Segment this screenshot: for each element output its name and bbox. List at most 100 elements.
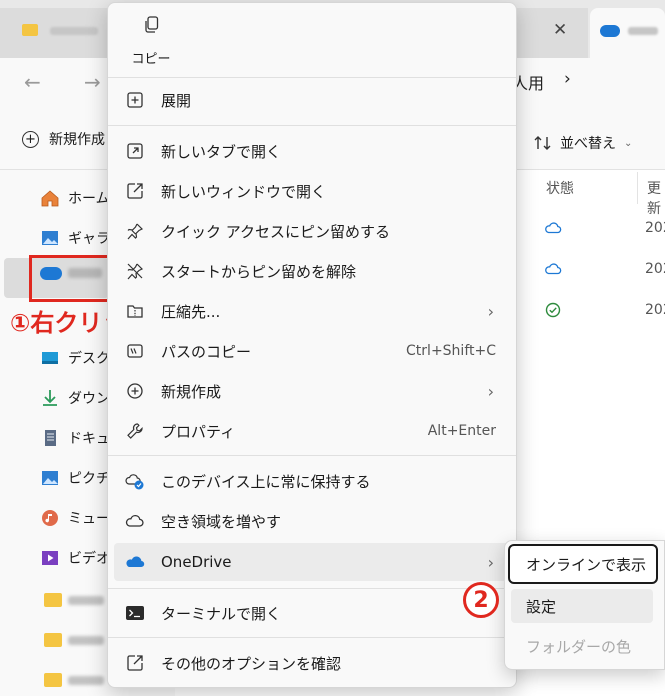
menu-item-properties[interactable]: プロパティ Alt+Enter <box>108 412 516 450</box>
pin-icon <box>125 221 145 241</box>
plus-icon: + <box>22 130 39 148</box>
menu-item-unpin-start[interactable]: スタートからピン留めを解除 <box>108 252 516 290</box>
menu-item-label: 新規作成 <box>161 382 222 401</box>
menu-item-onedrive[interactable]: OneDrive › <box>114 543 510 581</box>
synced-check-icon <box>545 302 561 318</box>
date-cell: 202 <box>645 302 665 318</box>
nav-item-home[interactable]: ホーム <box>40 188 110 208</box>
menu-separator <box>108 77 516 78</box>
expand-icon <box>125 90 145 110</box>
open-new-window-icon <box>125 181 145 201</box>
zip-icon <box>125 301 145 321</box>
home-icon <box>41 190 59 207</box>
menu-item-label: 空き領域を増やす <box>161 512 282 531</box>
submenu-item-label: オンラインで表示 <box>526 555 647 574</box>
new-button-label: 新規作成 <box>49 132 105 148</box>
sort-button-label: 並べ替え <box>560 136 616 152</box>
terminal-icon <box>125 603 145 623</box>
nav-item-videos[interactable]: ビデオ <box>40 548 110 568</box>
menu-separator <box>108 455 516 456</box>
breadcrumb-chevron-icon[interactable]: › <box>564 69 571 89</box>
chevron-right-icon: › <box>487 552 494 572</box>
menu-item-label: その他のオプションを確認 <box>161 654 342 673</box>
menu-item-expand[interactable]: 展開 <box>108 81 516 119</box>
tab-onedrive[interactable] <box>590 8 665 58</box>
chevron-right-icon: › <box>487 381 494 401</box>
more-options-icon <box>125 653 145 673</box>
annotation-step2-number: 2 <box>473 587 489 613</box>
copy-button-label: コピー <box>131 52 171 67</box>
blurred-tab-title <box>628 27 658 35</box>
menu-item-more-options[interactable]: その他のオプションを確認 <box>108 644 516 682</box>
wrench-icon <box>125 421 145 441</box>
back-icon[interactable]: ← <box>24 70 41 94</box>
menu-item-label: クイック アクセスにピン留めする <box>161 222 391 241</box>
music-icon <box>42 510 58 526</box>
download-icon <box>43 390 57 406</box>
column-header-modified[interactable]: 更新 <box>647 178 665 218</box>
menu-item-open-terminal[interactable]: ターミナルで開く <box>108 594 516 632</box>
folder-icon <box>22 24 38 36</box>
menu-item-label: 展開 <box>161 91 192 110</box>
blurred-folder-name <box>68 596 104 605</box>
menu-item-new[interactable]: 新規作成 › <box>108 372 516 410</box>
cloud-free-icon <box>125 511 145 531</box>
unpin-icon <box>125 261 145 281</box>
menu-item-compress-to[interactable]: 圧縮先... › <box>108 292 516 330</box>
pictures-icon <box>42 471 58 485</box>
date-cell: 202 <box>645 261 665 277</box>
menu-item-copy-path[interactable]: パスのコピー Ctrl+Shift+C <box>108 332 516 370</box>
folder-icon[interactable] <box>44 633 62 647</box>
menu-separator <box>108 125 516 126</box>
menu-item-pin-quick-access[interactable]: クイック アクセスにピン留めする <box>108 212 516 250</box>
tab-folder[interactable] <box>0 8 110 58</box>
menu-item-free-space[interactable]: 空き領域を増やす <box>108 502 516 540</box>
annotation-highlight-box <box>29 255 112 302</box>
keyboard-shortcut: Ctrl+Shift+C <box>406 343 496 359</box>
chevron-right-icon: › <box>487 301 494 321</box>
new-button[interactable]: + 新規作成 <box>22 129 105 149</box>
gallery-icon <box>42 231 58 245</box>
copy-path-icon <box>125 341 145 361</box>
copy-icon <box>145 16 159 33</box>
column-header-status[interactable]: 状態 <box>546 178 574 198</box>
open-new-tab-icon <box>125 141 145 161</box>
sort-icon <box>534 136 551 150</box>
nav-item-label: ビデオ <box>68 551 110 567</box>
new-icon <box>125 381 145 401</box>
column-divider[interactable] <box>637 172 638 204</box>
date-cell: 202 <box>645 220 665 236</box>
submenu-item-label: フォルダーの色 <box>526 637 632 656</box>
menu-item-label: ターミナルで開く <box>161 604 282 623</box>
menu-item-label: 新しいウィンドウで開く <box>161 182 327 201</box>
onedrive-icon <box>600 25 620 37</box>
menu-item-label: プロパティ <box>161 422 236 441</box>
menu-item-label: スタートからピン留めを解除 <box>161 262 357 281</box>
annotation-step2: 2 <box>463 582 499 618</box>
copy-button[interactable]: コピー <box>131 16 171 67</box>
submenu-item-label: 設定 <box>526 597 557 616</box>
submenu-item-view-online[interactable]: オンラインで表示 <box>508 544 658 584</box>
folder-icon[interactable] <box>44 593 62 607</box>
blurred-tab-title <box>50 27 98 35</box>
video-icon <box>42 551 58 565</box>
menu-separator <box>108 588 516 589</box>
submenu-item-settings[interactable]: 設定 <box>511 589 653 623</box>
close-icon[interactable]: ✕ <box>553 20 567 40</box>
sort-button[interactable]: 並べ替え ⌄ <box>534 133 632 153</box>
menu-item-label: 新しいタブで開く <box>161 142 282 161</box>
menu-item-open-new-tab[interactable]: 新しいタブで開く <box>108 132 516 170</box>
desktop-icon <box>42 352 58 364</box>
menu-item-open-new-window[interactable]: 新しいウィンドウで開く <box>108 172 516 210</box>
forward-icon[interactable]: → <box>84 70 101 94</box>
cloud-status-icon <box>545 222 562 234</box>
cloud-status-icon <box>545 263 562 275</box>
menu-item-label: このデバイス上に常に保持する <box>161 472 371 491</box>
keyboard-shortcut: Alt+Enter <box>427 423 496 439</box>
menu-item-label: 圧縮先... <box>161 302 221 321</box>
folder-icon[interactable] <box>44 673 62 687</box>
nav-item-label: ホーム <box>68 191 110 207</box>
tab-previous[interactable] <box>516 8 588 58</box>
menu-item-always-keep[interactable]: このデバイス上に常に保持する <box>108 462 516 500</box>
menu-separator <box>108 637 516 638</box>
